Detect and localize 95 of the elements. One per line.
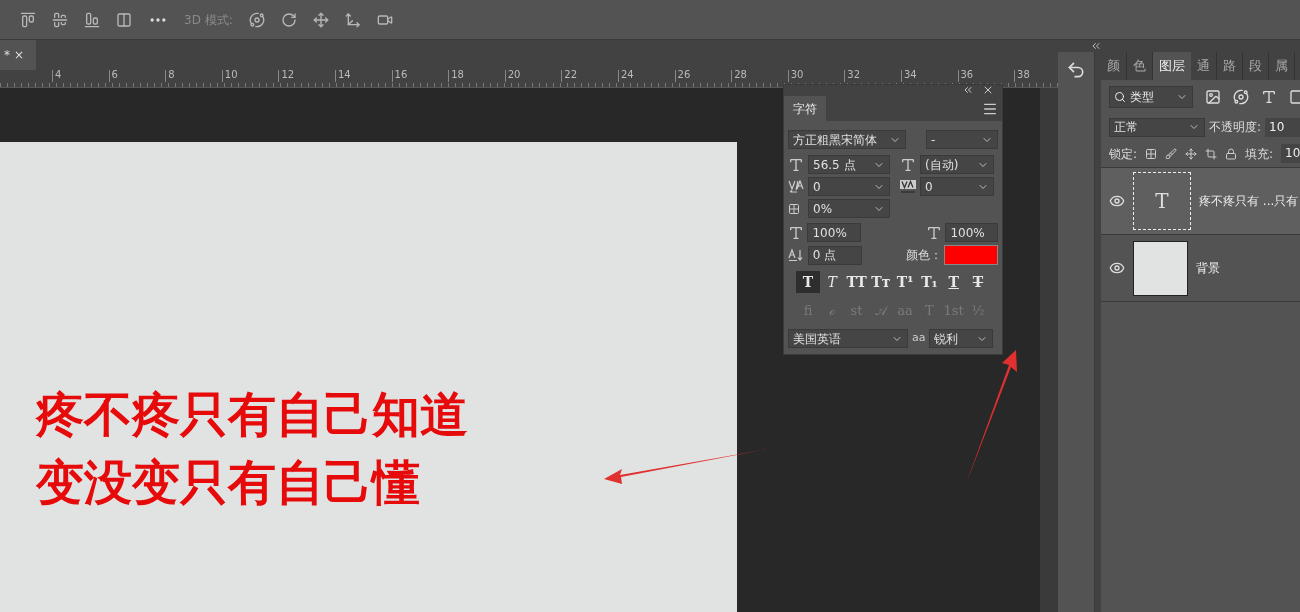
rotate-icon[interactable]	[280, 11, 297, 28]
ruler-label: 24	[620, 70, 634, 80]
antialias-label: aa	[912, 330, 926, 347]
orbit-icon[interactable]	[248, 11, 265, 28]
ruler-label: 32	[847, 70, 861, 80]
ruler-label: 30	[790, 70, 804, 80]
brush-icon[interactable]	[1165, 147, 1178, 160]
ruler-label: 22	[564, 70, 578, 80]
search-icon	[1114, 91, 1126, 103]
tab-label: *	[4, 47, 10, 64]
ruler-label: 4	[55, 70, 62, 80]
panel-tab[interactable]: 通	[1191, 52, 1217, 80]
text-style-button[interactable]: Tт	[868, 271, 893, 293]
ruler-label: 28	[734, 70, 747, 80]
filter-select[interactable]: 类型	[1109, 86, 1193, 108]
ruler-label: 10	[224, 70, 238, 80]
font-size-icon	[788, 156, 804, 173]
panel-tab[interactable]: 字符	[784, 96, 826, 121]
text-style-button[interactable]: T¹	[893, 271, 918, 293]
lock-pixels-icon[interactable]	[1145, 147, 1158, 160]
visibility-eye-icon[interactable]	[1109, 260, 1125, 276]
pan-icon[interactable]	[312, 11, 329, 28]
lock-icon[interactable]	[1225, 147, 1238, 160]
font-style-select[interactable]: -	[926, 130, 998, 149]
move-icon[interactable]	[1185, 147, 1198, 160]
ruler-label: 36	[960, 70, 974, 80]
panel-tab[interactable]: 段	[1243, 52, 1269, 80]
layer-name: 背景	[1196, 260, 1220, 277]
lock-label: 锁定:	[1109, 145, 1138, 163]
language-select[interactable]: 美国英语	[788, 329, 908, 348]
image-filter-icon[interactable]	[1205, 89, 1221, 105]
align-bottom-icon[interactable]	[84, 11, 100, 28]
color-label: 颜色：	[906, 247, 943, 264]
canvas-text: 疼不疼只有自己知道	[36, 387, 468, 441]
opacity-label: 不透明度:	[1209, 119, 1262, 136]
ruler-label: 34	[903, 70, 917, 80]
vertical-scale-field[interactable]: 100%	[807, 223, 861, 242]
close-tab-button[interactable]: ×	[14, 46, 25, 64]
layer-row[interactable]: T 疼不疼只有 ...只有	[1101, 168, 1300, 235]
visibility-eye-icon[interactable]	[1109, 193, 1125, 209]
layer-name: 疼不疼只有 ...只有	[1199, 193, 1299, 210]
text-layer-thumbnail: T	[1133, 172, 1191, 230]
ruler-label: 12	[281, 70, 295, 80]
ruler-label: 38	[1017, 70, 1030, 80]
collapse-icon[interactable]	[962, 84, 974, 96]
leading-icon	[900, 156, 916, 173]
tracking-icon	[900, 179, 916, 194]
text-style-button[interactable]: T	[820, 271, 845, 293]
ruler-label: 6	[111, 70, 118, 80]
panel-tab[interactable]: 图层	[1153, 52, 1191, 80]
tsume-icon	[788, 202, 800, 215]
align-top-icon[interactable]	[20, 11, 36, 28]
blend-mode-select[interactable]: 正常	[1109, 117, 1205, 137]
adjustment-filter-icon[interactable]	[1233, 89, 1249, 105]
fill-field[interactable]: 10	[1281, 144, 1300, 163]
text-style-button[interactable]: TT	[844, 271, 869, 293]
horizontal-scale-field[interactable]: 100%	[945, 223, 998, 242]
panel-tab[interactable]: 属	[1269, 52, 1295, 80]
color-swatch[interactable]	[944, 245, 998, 265]
ruler-label: 16	[394, 70, 408, 80]
canvas-text: 变没变只有自己懂	[36, 455, 420, 509]
ruler-label: 18	[451, 70, 464, 80]
kerning-field[interactable]: 0	[808, 177, 890, 196]
font-size-field[interactable]: 56.5 点	[808, 155, 890, 174]
layer-thumbnail	[1133, 240, 1188, 296]
text-style-button[interactable]: T₁	[917, 271, 942, 293]
baseline-shift-field[interactable]: 0 点	[807, 245, 863, 265]
tsume-field[interactable]: 0%	[808, 199, 890, 218]
crop-icon[interactable]	[1205, 147, 1218, 160]
menu-icon[interactable]	[982, 101, 998, 117]
ruler-label: 8	[168, 70, 175, 80]
distribute-icon[interactable]	[116, 11, 132, 28]
align-middle-icon[interactable]	[52, 11, 68, 28]
opacity-field[interactable]: 10	[1265, 117, 1300, 137]
text-style-button[interactable]: T	[796, 271, 820, 293]
text-style-button[interactable]: T	[941, 271, 966, 293]
panel-tab[interactable]: 路	[1217, 52, 1243, 80]
horizontal-scale-icon	[926, 224, 942, 241]
panel-tab[interactable]: 颜	[1101, 52, 1127, 80]
text-filter-icon[interactable]	[1261, 89, 1277, 105]
leading-field[interactable]: (自动)	[920, 155, 994, 174]
tracking-field[interactable]: 0	[920, 177, 994, 196]
fill-label: 填充:	[1245, 145, 1274, 163]
ruler-label: 14	[337, 70, 351, 80]
document-tab[interactable]: * ×	[0, 40, 36, 70]
baseline-shift-icon	[788, 248, 804, 262]
ruler-label: 26	[677, 70, 691, 80]
history-icon[interactable]	[1066, 60, 1086, 80]
kerning-icon	[788, 179, 804, 194]
font-family-select[interactable]: 方正粗黑宋简体	[788, 130, 906, 149]
ruler-label: 20	[507, 70, 521, 80]
vertical-scale-icon	[788, 224, 804, 241]
antialias-select[interactable]: 锐利	[929, 329, 994, 348]
close-icon[interactable]	[982, 84, 994, 96]
text-style-button[interactable]: T	[965, 271, 990, 293]
